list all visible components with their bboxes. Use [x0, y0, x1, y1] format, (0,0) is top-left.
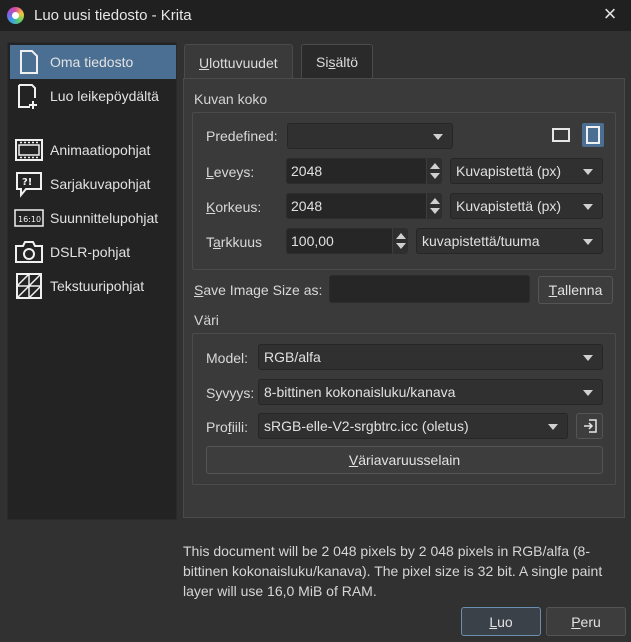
color-depth-dropdown[interactable]: 8-bittinen kokonaisluku/kanava: [258, 379, 603, 405]
width-input[interactable]: 2048: [286, 158, 442, 184]
resolution-unit-dropdown[interactable]: kuvapistettä/tuuma: [416, 228, 603, 254]
sidebar-item-dslr-templates[interactable]: DSLR-pohjat: [10, 235, 176, 269]
svg-text:?!: ?!: [22, 177, 32, 188]
close-icon[interactable]: ×: [599, 3, 621, 26]
sidebar-item-from-clipboard[interactable]: Luo leikepöydältä: [10, 79, 176, 113]
chevron-down-icon: [583, 355, 593, 361]
image-size-group-label: Kuvan koko: [194, 91, 268, 107]
up-arrow-icon: [430, 198, 440, 204]
document-summary-text: This document will be 2 048 pixels by 2 …: [183, 543, 603, 599]
sidebar-item-animation-templates[interactable]: Animaatiopohjat: [10, 133, 176, 167]
chevron-down-icon: [548, 424, 558, 430]
aspect-16-10-icon: 16:10: [14, 204, 44, 232]
film-strip-icon: [14, 136, 44, 164]
sidebar-item-texture-templates[interactable]: Tekstuuripohjat: [10, 269, 176, 303]
title-bar: Luo uusi tiedosto - Krita ×: [0, 0, 631, 31]
sidebar-item-label: Tekstuuripohjat: [50, 278, 145, 294]
height-label: Korkeus:: [206, 199, 262, 215]
resolution-label: Tarkkuus: [206, 234, 263, 250]
height-unit-dropdown[interactable]: Kuvapistettä (px): [450, 193, 603, 219]
sidebar-item-label: Suunnittelupohjat: [50, 210, 159, 226]
save-size-button[interactable]: Tallenna: [538, 276, 613, 304]
predefined-dropdown[interactable]: [287, 123, 453, 149]
sidebar-item-custom-document[interactable]: Oma tiedosto: [10, 45, 176, 79]
sidebar-item-label: DSLR-pohjat: [50, 244, 131, 260]
sidebar-item-comic-templates[interactable]: ?! Sarjakuvapohjat: [10, 167, 176, 201]
cancel-button[interactable]: Peru: [546, 607, 626, 636]
portrait-orientation-icon[interactable]: [582, 123, 604, 147]
down-arrow-icon: [430, 208, 440, 214]
speech-bubble-icon: ?!: [14, 170, 44, 198]
sidebar-item-label: Animaatiopohjat: [50, 142, 151, 158]
texture-grid-icon: [14, 272, 44, 300]
dimensions-panel: Kuvan koko Predefined: Leveys: 2048 Kuva…: [183, 78, 625, 518]
resolution-input[interactable]: 100,00: [286, 228, 406, 254]
create-button[interactable]: Luo: [461, 607, 541, 636]
camera-icon: [14, 238, 44, 266]
width-unit-dropdown[interactable]: Kuvapistettä (px): [450, 158, 603, 184]
chevron-down-icon: [583, 169, 593, 175]
resolution-spinner[interactable]: [392, 228, 408, 254]
up-arrow-icon: [430, 163, 440, 169]
color-model-dropdown[interactable]: RGB/alfa: [258, 344, 603, 370]
template-sidebar: Oma tiedosto Luo leikepöydältä Animaatio…: [7, 42, 177, 520]
height-input[interactable]: 2048: [286, 193, 442, 219]
window-title: Luo uusi tiedosto - Krita: [34, 7, 192, 24]
save-size-label: Save Image Size as:: [194, 282, 323, 298]
chevron-down-icon: [583, 204, 593, 210]
width-label: Leveys:: [206, 164, 255, 180]
color-space-browser-button[interactable]: Väriavaruusselain: [206, 446, 603, 474]
sidebar-item-label: Oma tiedosto: [50, 54, 134, 70]
predefined-label: Predefined:: [206, 128, 278, 144]
down-arrow-icon: [430, 173, 440, 179]
height-spinner[interactable]: [426, 193, 442, 219]
svg-text:16:10: 16:10: [18, 215, 41, 224]
sidebar-item-design-templates[interactable]: 16:10 Suunnittelupohjat: [10, 201, 176, 235]
depth-label: Syvyys:: [206, 385, 255, 401]
chevron-down-icon: [433, 134, 443, 140]
krita-logo-icon: [7, 7, 24, 24]
chevron-down-icon: [583, 239, 593, 245]
sidebar-item-label: Luo leikepöydältä: [50, 88, 159, 104]
up-arrow-icon: [396, 233, 406, 239]
clipboard-paste-icon: [14, 82, 44, 110]
color-group-label: Väri: [194, 312, 219, 328]
landscape-orientation-icon[interactable]: [551, 125, 571, 145]
color-profile-dropdown[interactable]: sRGB-elle-V2-srgbtrc.icc (oletus): [258, 413, 568, 439]
import-profile-button[interactable]: [576, 413, 603, 439]
model-label: Model:: [206, 350, 249, 366]
sidebar-item-label: Sarjakuvapohjat: [50, 176, 151, 192]
profile-label: Profiili:: [206, 419, 249, 435]
import-icon: [583, 419, 597, 433]
blank-document-icon: [14, 48, 44, 76]
width-spinner[interactable]: [426, 158, 442, 184]
save-size-name-input[interactable]: [329, 275, 530, 303]
tab-dimensions[interactable]: Ulottuvuudet: [184, 44, 293, 80]
tab-content[interactable]: Si s ältö: [301, 44, 374, 79]
down-arrow-icon: [396, 243, 406, 249]
chevron-down-icon: [583, 390, 593, 396]
